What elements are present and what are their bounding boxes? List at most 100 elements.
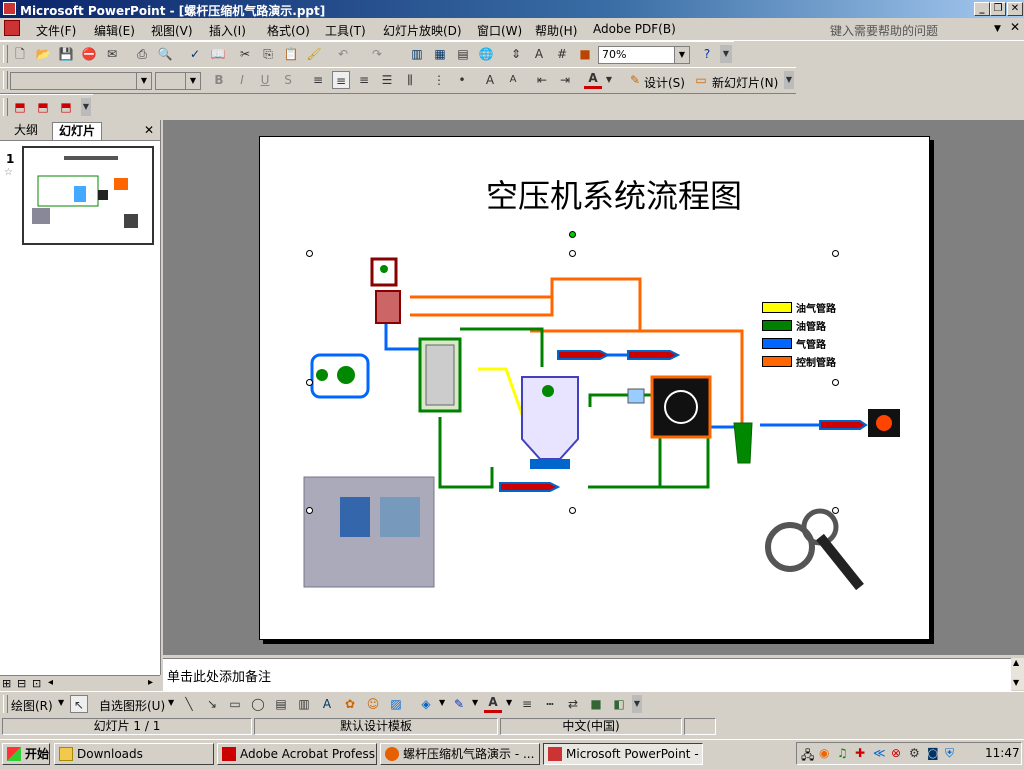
print-icon[interactable]: ⎙ <box>133 45 151 63</box>
clock[interactable]: 11:47 <box>985 746 1020 760</box>
align-center-icon[interactable]: ≡ <box>332 71 350 89</box>
pdf-email-icon[interactable]: ⬒ <box>34 98 52 116</box>
diagram-icon[interactable]: ✿ <box>341 695 359 713</box>
font-dropdown-icon[interactable]: ▼ <box>136 73 151 89</box>
convert-to-pdf-icon[interactable]: ⬒ <box>11 98 29 116</box>
color-grayscale-icon[interactable]: ■ <box>576 45 594 63</box>
align-left-icon[interactable]: ≡ <box>309 71 327 89</box>
font-color-icon[interactable]: A <box>584 71 602 89</box>
copy-icon[interactable]: ⎘ <box>259 45 277 63</box>
sound-icon[interactable]: ♫ <box>837 746 848 760</box>
menu-file[interactable]: 文件(F) <box>36 22 76 39</box>
notes-scrollbar[interactable]: ▲ ▼ <box>1011 658 1024 690</box>
increase-indent-icon[interactable]: ⇥ <box>556 71 574 89</box>
menu-view[interactable]: 视图(V) <box>151 22 193 39</box>
slide-canvas[interactable]: 空压机系统流程图 油气管路 油管路 气管路 控制管路 <box>259 136 930 640</box>
menu-insert[interactable]: 插入(I) <box>209 22 246 39</box>
taskbar-powerpoint[interactable]: Microsoft PowerPoint - [... <box>543 743 703 765</box>
line-icon[interactable]: ╲ <box>180 695 198 713</box>
selection-handle[interactable] <box>569 250 576 257</box>
cut-icon[interactable]: ✂ <box>236 45 254 63</box>
security-icon[interactable]: ✚ <box>855 746 865 760</box>
taskbar-downloads[interactable]: Downloads <box>54 743 214 765</box>
zoom-combo[interactable]: 70% ▼ <box>598 46 690 64</box>
draw-menu-button[interactable]: 绘图(R) <box>11 697 53 714</box>
menu-slideshow[interactable]: 幻灯片放映(D) <box>383 22 462 39</box>
close-document-icon[interactable]: ✕ <box>1010 20 1020 34</box>
zoom-dropdown-icon[interactable]: ▼ <box>674 47 689 63</box>
design-button[interactable]: 设计(S) <box>644 74 685 91</box>
slide-thumbnail[interactable] <box>22 146 154 245</box>
help-dropdown-icon[interactable]: ▼ <box>994 24 1001 34</box>
notes-pane[interactable]: 单击此处添加备注 <box>163 658 1011 691</box>
fill-dropdown-icon[interactable]: ▼ <box>439 698 445 707</box>
powerpoint-app-icon[interactable] <box>3 2 16 15</box>
justify-icon[interactable]: ☰ <box>378 71 396 89</box>
picture-icon[interactable]: ▨ <box>387 695 405 713</box>
scroll-left-icon[interactable]: ◂ <box>48 677 53 688</box>
new-slide-button[interactable]: 新幻灯片(N) <box>712 74 778 91</box>
font-color-dropdown-icon[interactable]: ▼ <box>506 698 512 707</box>
scroll-up-icon[interactable]: ▲ <box>1013 658 1019 667</box>
line-color-icon[interactable]: ✎ <box>450 695 468 713</box>
selection-handle[interactable] <box>569 507 576 514</box>
tab-outline[interactable]: 大纲 <box>8 122 44 139</box>
show-formatting-icon[interactable]: A <box>530 45 548 63</box>
document-icon[interactable] <box>4 20 20 36</box>
notes-placeholder[interactable]: 单击此处添加备注 <box>167 666 271 685</box>
scroll-down-icon[interactable]: ▼ <box>1013 678 1019 687</box>
restore-button[interactable]: ❐ <box>990 2 1006 16</box>
minimize-button[interactable]: _ <box>974 2 990 16</box>
autoshapes-button[interactable]: 自选图形(U) <box>99 697 165 714</box>
selection-handle[interactable] <box>832 250 839 257</box>
scroll-right-icon[interactable]: ▸ <box>148 677 153 688</box>
menu-format[interactable]: 格式(O) <box>267 22 310 39</box>
toolbar-grip[interactable] <box>3 98 8 116</box>
selection-handle[interactable] <box>306 250 313 257</box>
email-icon[interactable]: ✉ <box>103 45 121 63</box>
toolbar-grip[interactable] <box>3 71 8 89</box>
format-painter-icon[interactable]: 🖌 <box>305 45 323 63</box>
slide-sorter-icon[interactable]: ⊟ <box>17 677 26 690</box>
ime-icon[interactable]: ≪ <box>873 746 886 760</box>
firefox-tray-icon[interactable]: ◉ <box>819 746 829 760</box>
toolbar-options-icon[interactable]: ▼ <box>784 71 794 89</box>
menu-tools[interactable]: 工具(T) <box>325 22 366 39</box>
font-combo[interactable]: ▼ <box>10 72 152 90</box>
oval-icon[interactable]: ◯ <box>249 695 267 713</box>
numbering-icon[interactable]: ⋮ <box>430 71 448 89</box>
undo-icon[interactable]: ↶ <box>334 45 352 63</box>
redo-icon[interactable]: ↷ <box>368 45 386 63</box>
shield-icon[interactable]: ⛨ <box>945 746 954 761</box>
hyperlink-icon[interactable]: 🌐 <box>477 45 495 63</box>
grid-icon[interactable]: # <box>553 45 571 63</box>
bullets-icon[interactable]: • <box>453 71 471 89</box>
draw-dropdown-icon[interactable]: ▼ <box>58 698 64 707</box>
toolbar-grip[interactable] <box>3 45 8 63</box>
taskbar-firefox[interactable]: 螺杆压缩机气路演示 - ... <box>380 743 540 765</box>
expand-all-icon[interactable]: ⇕ <box>507 45 525 63</box>
insert-chart-icon[interactable]: ▥ <box>408 45 426 63</box>
close-button[interactable]: ✕ <box>1007 2 1023 16</box>
research-icon[interactable]: 📖 <box>209 45 227 63</box>
network-icon[interactable]: 🖧 <box>801 746 814 767</box>
spelling-icon[interactable]: ✓ <box>186 45 204 63</box>
draw-font-color-icon[interactable]: A <box>484 695 502 713</box>
toolbar-options-icon[interactable]: ▼ <box>720 45 732 63</box>
shadow-style-icon[interactable]: ■ <box>587 695 605 713</box>
antivirus-icon[interactable]: ⊗ <box>891 746 901 760</box>
menu-help[interactable]: 帮助(H) <box>535 22 577 39</box>
font-size-combo[interactable]: ▼ <box>155 72 201 90</box>
vertical-textbox-icon[interactable]: ▥ <box>295 695 313 713</box>
design-icon[interactable]: ✎ <box>626 71 644 89</box>
paste-icon[interactable]: 📋 <box>282 45 300 63</box>
menu-edit[interactable]: 编辑(E) <box>94 22 135 39</box>
3d-style-icon[interactable]: ◧ <box>610 695 628 713</box>
line-color-dropdown-icon[interactable]: ▼ <box>472 698 478 707</box>
clipart-icon[interactable]: ☺ <box>364 695 382 713</box>
insert-table-icon[interactable]: ▦ <box>431 45 449 63</box>
italic-icon[interactable]: I <box>233 71 251 89</box>
permission-icon[interactable]: ⛔ <box>80 45 98 63</box>
selection-handle[interactable] <box>306 379 313 386</box>
save-icon[interactable]: 💾 <box>57 45 75 63</box>
